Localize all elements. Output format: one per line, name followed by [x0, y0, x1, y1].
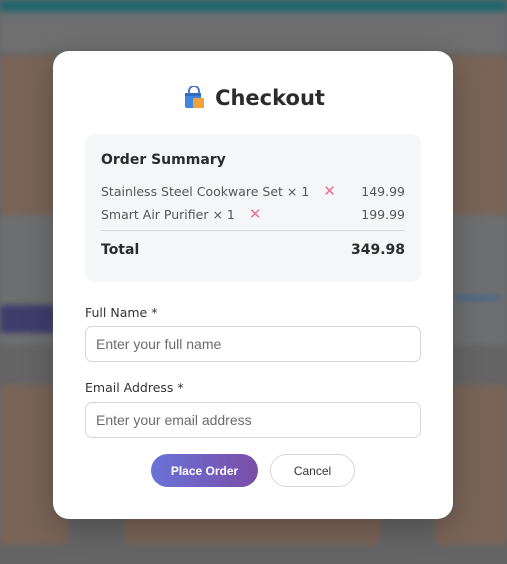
- order-summary: Order Summary Stainless Steel Cookware S…: [85, 134, 421, 282]
- email-field[interactable]: [85, 402, 421, 438]
- checkout-modal: [53, 51, 453, 519]
- list-item: Smart Air Purifier × 1 ✕ 199.99: [101, 205, 405, 223]
- order-summary-heading: Order Summary: [101, 152, 226, 168]
- total-value: 349.98: [350, 242, 405, 258]
- list-item: Stainless Steel Cookware Set × 1 ✕ 149.9…: [101, 182, 405, 200]
- full-name-label: Full Name *: [85, 305, 158, 320]
- item-name: Smart Air Purifier × 1: [101, 206, 235, 222]
- email-label: Email Address *: [85, 380, 184, 395]
- item-price: 199.99: [361, 206, 405, 222]
- cancel-button[interactable]: Cancel: [270, 454, 355, 487]
- close-icon[interactable]: ✕: [249, 206, 262, 222]
- summary-divider: [101, 230, 405, 231]
- modal-title: Checkout: [215, 86, 325, 110]
- close-icon[interactable]: ✕: [323, 183, 336, 199]
- item-price: 149.99: [361, 183, 405, 199]
- item-name: Stainless Steel Cookware Set × 1: [101, 183, 310, 199]
- total-row: Total 349.98: [101, 242, 405, 258]
- shopping-bag-icon: [182, 85, 206, 110]
- place-order-button[interactable]: Place Order: [151, 454, 258, 487]
- modal-header: Checkout: [0, 85, 507, 110]
- total-label: Total: [101, 242, 140, 258]
- full-name-field[interactable]: [85, 326, 421, 362]
